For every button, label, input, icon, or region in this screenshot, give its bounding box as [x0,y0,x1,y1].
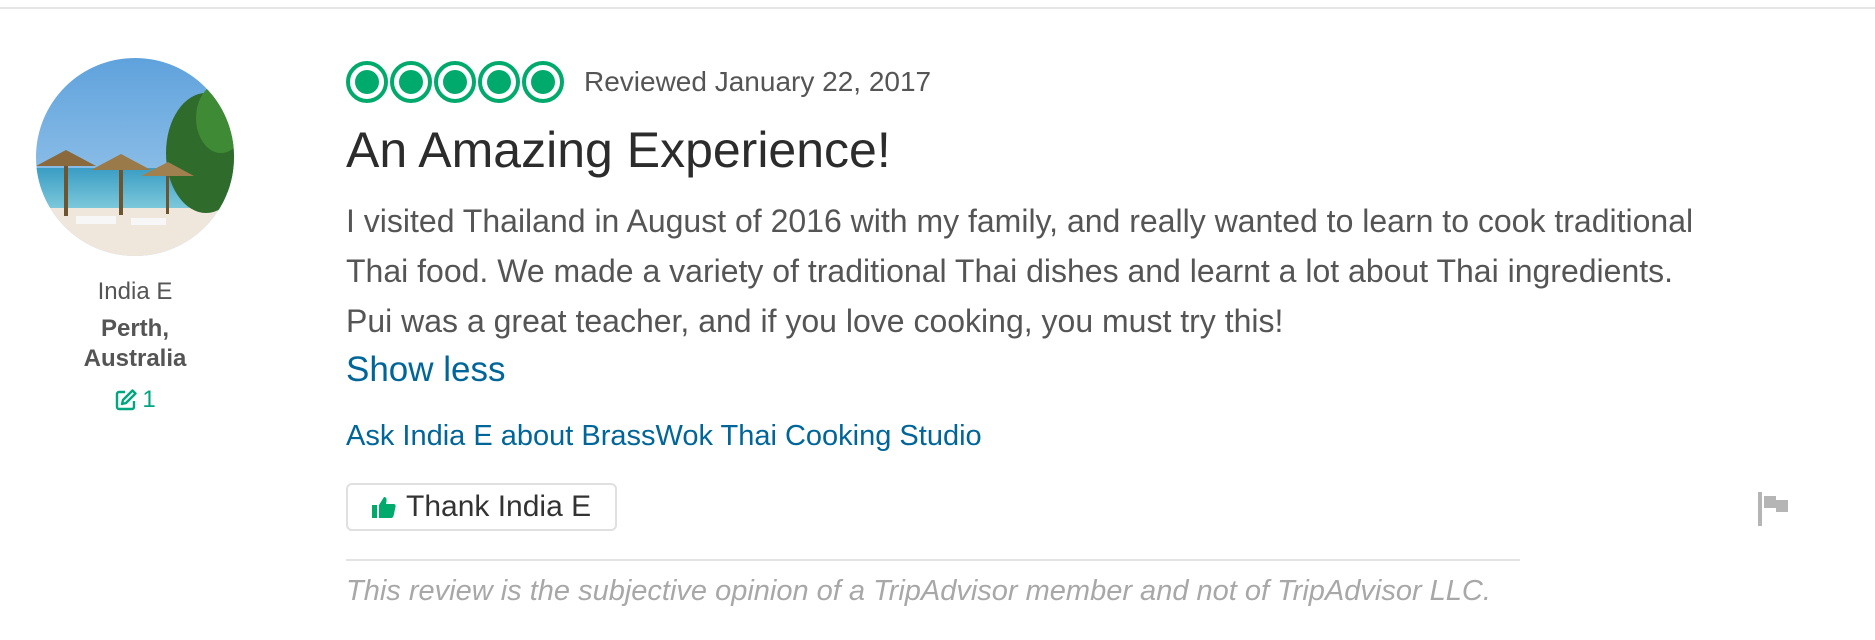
review-card: Reviewed January 22, 2017 An Amazing Exp… [346,58,1766,608]
top-divider [0,7,1875,9]
review-title[interactable]: An Amazing Experience! [346,120,1766,180]
thumbs-up-icon [372,496,396,518]
thank-button-label: Thank India E [406,490,592,523]
reviewer-location: Perth, Australia [83,315,187,372]
rating-bubble [522,61,564,103]
reviewer-info: India E Perth, Australia 1 [30,58,240,417]
review-date: Reviewed January 22, 2017 [584,66,932,97]
review-disclaimer: This review is the subjective opinion of… [346,575,1491,607]
contributions-count: 1 [142,386,156,413]
ask-reviewer-link[interactable]: Ask India E about BrassWok Thai Cooking … [346,420,1766,453]
rating-bubble [390,61,432,103]
flag-icon[interactable] [1758,492,1790,526]
pencil-square-icon [114,388,138,412]
bubble-rating-icon [346,61,564,103]
rating-bubble [434,61,476,103]
rating-bubble [478,61,520,103]
rating-row: Reviewed January 22, 2017 [346,58,1766,106]
show-less-link[interactable]: Show less [346,346,1766,394]
avatar-image [36,58,234,256]
review-divider [346,559,1520,561]
reviewer-name[interactable]: India E [30,278,240,306]
review-body: I visited Thailand in August of 2016 wit… [346,203,1694,339]
rating-bubble [346,61,388,103]
thank-button[interactable]: Thank India E [346,483,618,531]
avatar[interactable] [36,58,234,256]
contributions-badge[interactable]: 1 [114,386,156,414]
